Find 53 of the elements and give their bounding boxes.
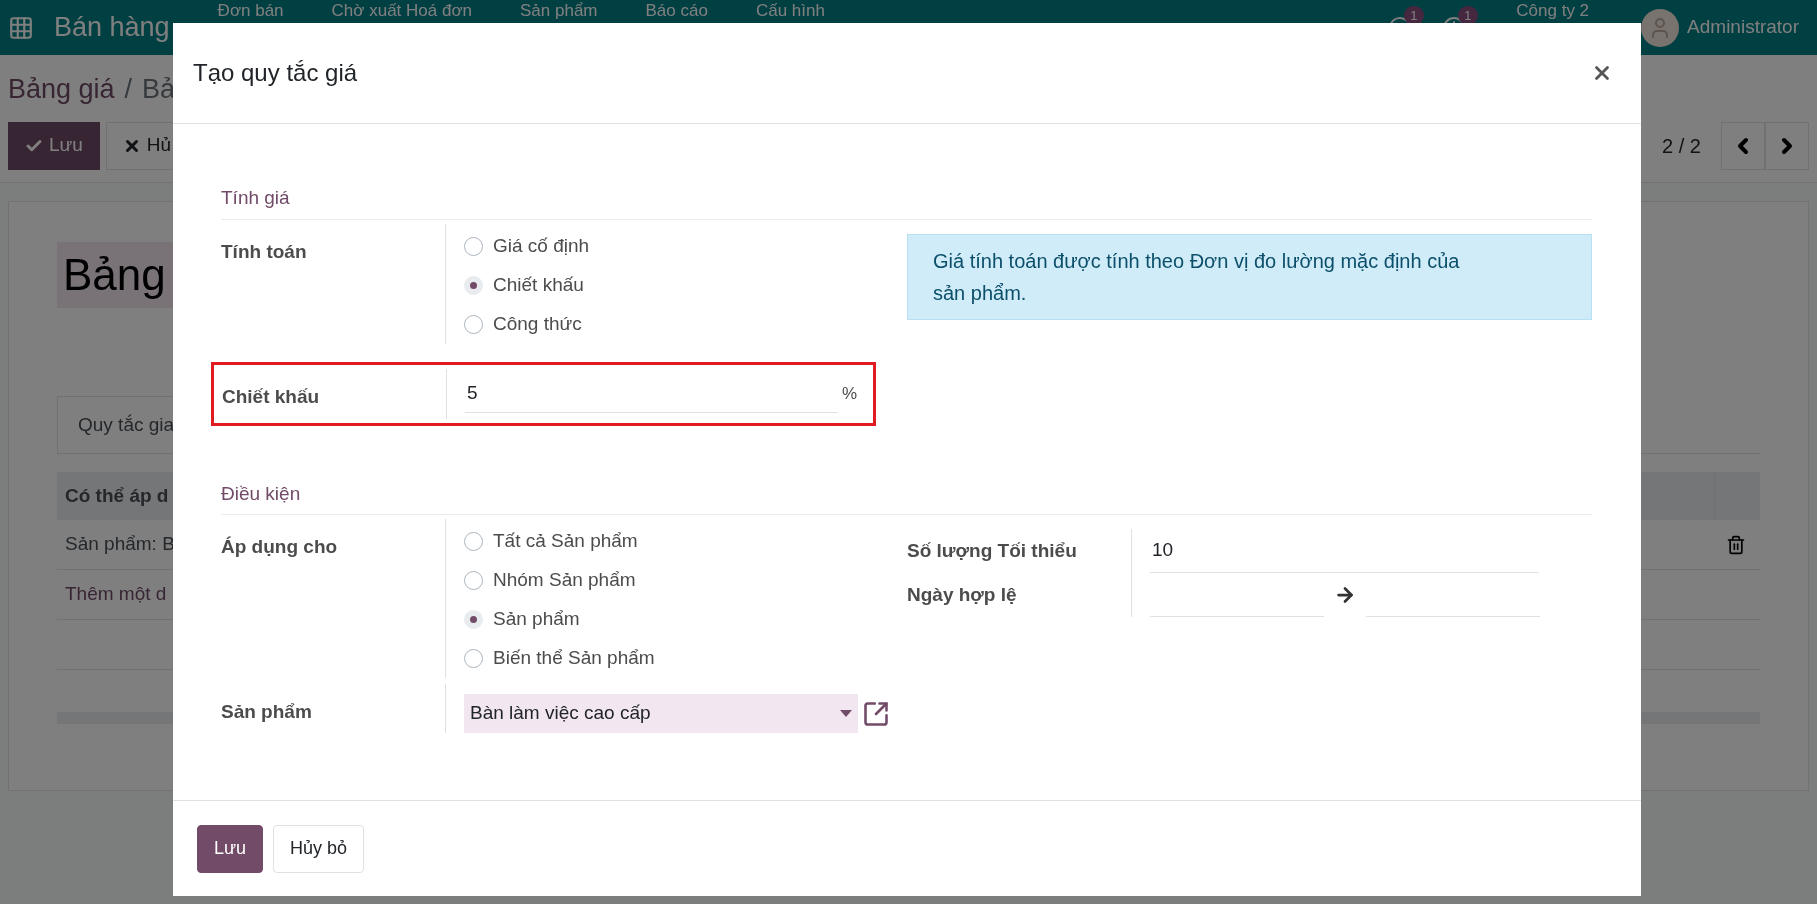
radio-label: Nhóm Sản phẩm (493, 568, 636, 593)
field-label: Tính toán (221, 240, 307, 262)
radio-label: Giá cố định (493, 233, 590, 258)
percent-sign: % (841, 382, 857, 405)
section-title: Tính giá (221, 187, 290, 208)
radio-button[interactable] (464, 532, 483, 551)
menu-item[interactable]: Đơn bán (217, 1, 284, 21)
breadcrumb-current: Bả (142, 73, 176, 106)
form-title[interactable]: Bảng (57, 241, 174, 308)
pager: 2 / 2 (1662, 133, 1701, 159)
company-switcher[interactable]: Công ty 2 (1516, 0, 1590, 21)
external-link-icon[interactable] (862, 699, 890, 728)
field-label: Ngày hợp lệ (907, 584, 1017, 605)
radio-button[interactable] (464, 649, 483, 668)
radio-label: Chiết khấu (493, 272, 584, 297)
cancel-button[interactable]: Hủy bỏ (273, 824, 365, 873)
save-button[interactable]: Lưu (197, 824, 264, 873)
avatar[interactable] (1641, 8, 1680, 47)
add-line-link[interactable]: Thêm một d (57, 580, 175, 609)
save-button[interactable]: Lưu (8, 121, 100, 170)
menu-item[interactable]: Cấu hình (755, 1, 825, 21)
radio-label: Công thức (493, 311, 582, 336)
menu-item[interactable]: Báo cáo (645, 1, 708, 21)
radio-button[interactable] (464, 314, 483, 334)
previous-button[interactable] (1721, 121, 1765, 170)
caret-icon (840, 710, 852, 717)
section-title: Điều kiện (221, 482, 301, 504)
info-note: Giá tính toán được tính theo Đơn vị đo lường mặc định của sản phẩm. (907, 233, 1592, 320)
menu-item[interactable]: Sản phẩm (520, 1, 598, 21)
field-label: Số lượng Tối thiểu (907, 540, 1077, 561)
trash-icon[interactable] (1726, 534, 1746, 555)
user-name[interactable]: Administrator (1687, 13, 1799, 42)
arrow-right-icon (1334, 584, 1356, 606)
field-label: Áp dụng cho (221, 536, 338, 557)
breadcrumb-separator: / (124, 73, 133, 106)
menu-item[interactable]: Chờ xuất Hoá đơn (331, 1, 472, 21)
breadcrumb-link[interactable]: Bảng giá (8, 69, 115, 110)
dialog-title: Tạo quy tắc giá (193, 58, 358, 88)
radio-label: Tất cả Sản phẩm (493, 529, 638, 554)
radio-label: Sản phẩm (493, 607, 580, 632)
radio-label: Biến thể Sản phẩm (493, 646, 655, 671)
field-label: Sản phẩm (221, 701, 312, 722)
discount-field[interactable]: 5 (465, 374, 838, 413)
product-select[interactable]: Bàn làm việc cao cấp (464, 694, 858, 733)
table-cell-text: Sản phẩm: B (64, 532, 176, 557)
quantity-field[interactable]: 10 (1150, 529, 1539, 573)
field-label: Chiết khấu (222, 385, 320, 407)
radio-button[interactable] (464, 236, 483, 256)
next-button[interactable] (1765, 121, 1809, 170)
app-name[interactable]: Bán hàng (54, 7, 170, 48)
column-header: Có thể áp d (64, 483, 170, 508)
radio-button[interactable] (464, 571, 483, 590)
apps-menu-icon[interactable] (8, 14, 34, 41)
